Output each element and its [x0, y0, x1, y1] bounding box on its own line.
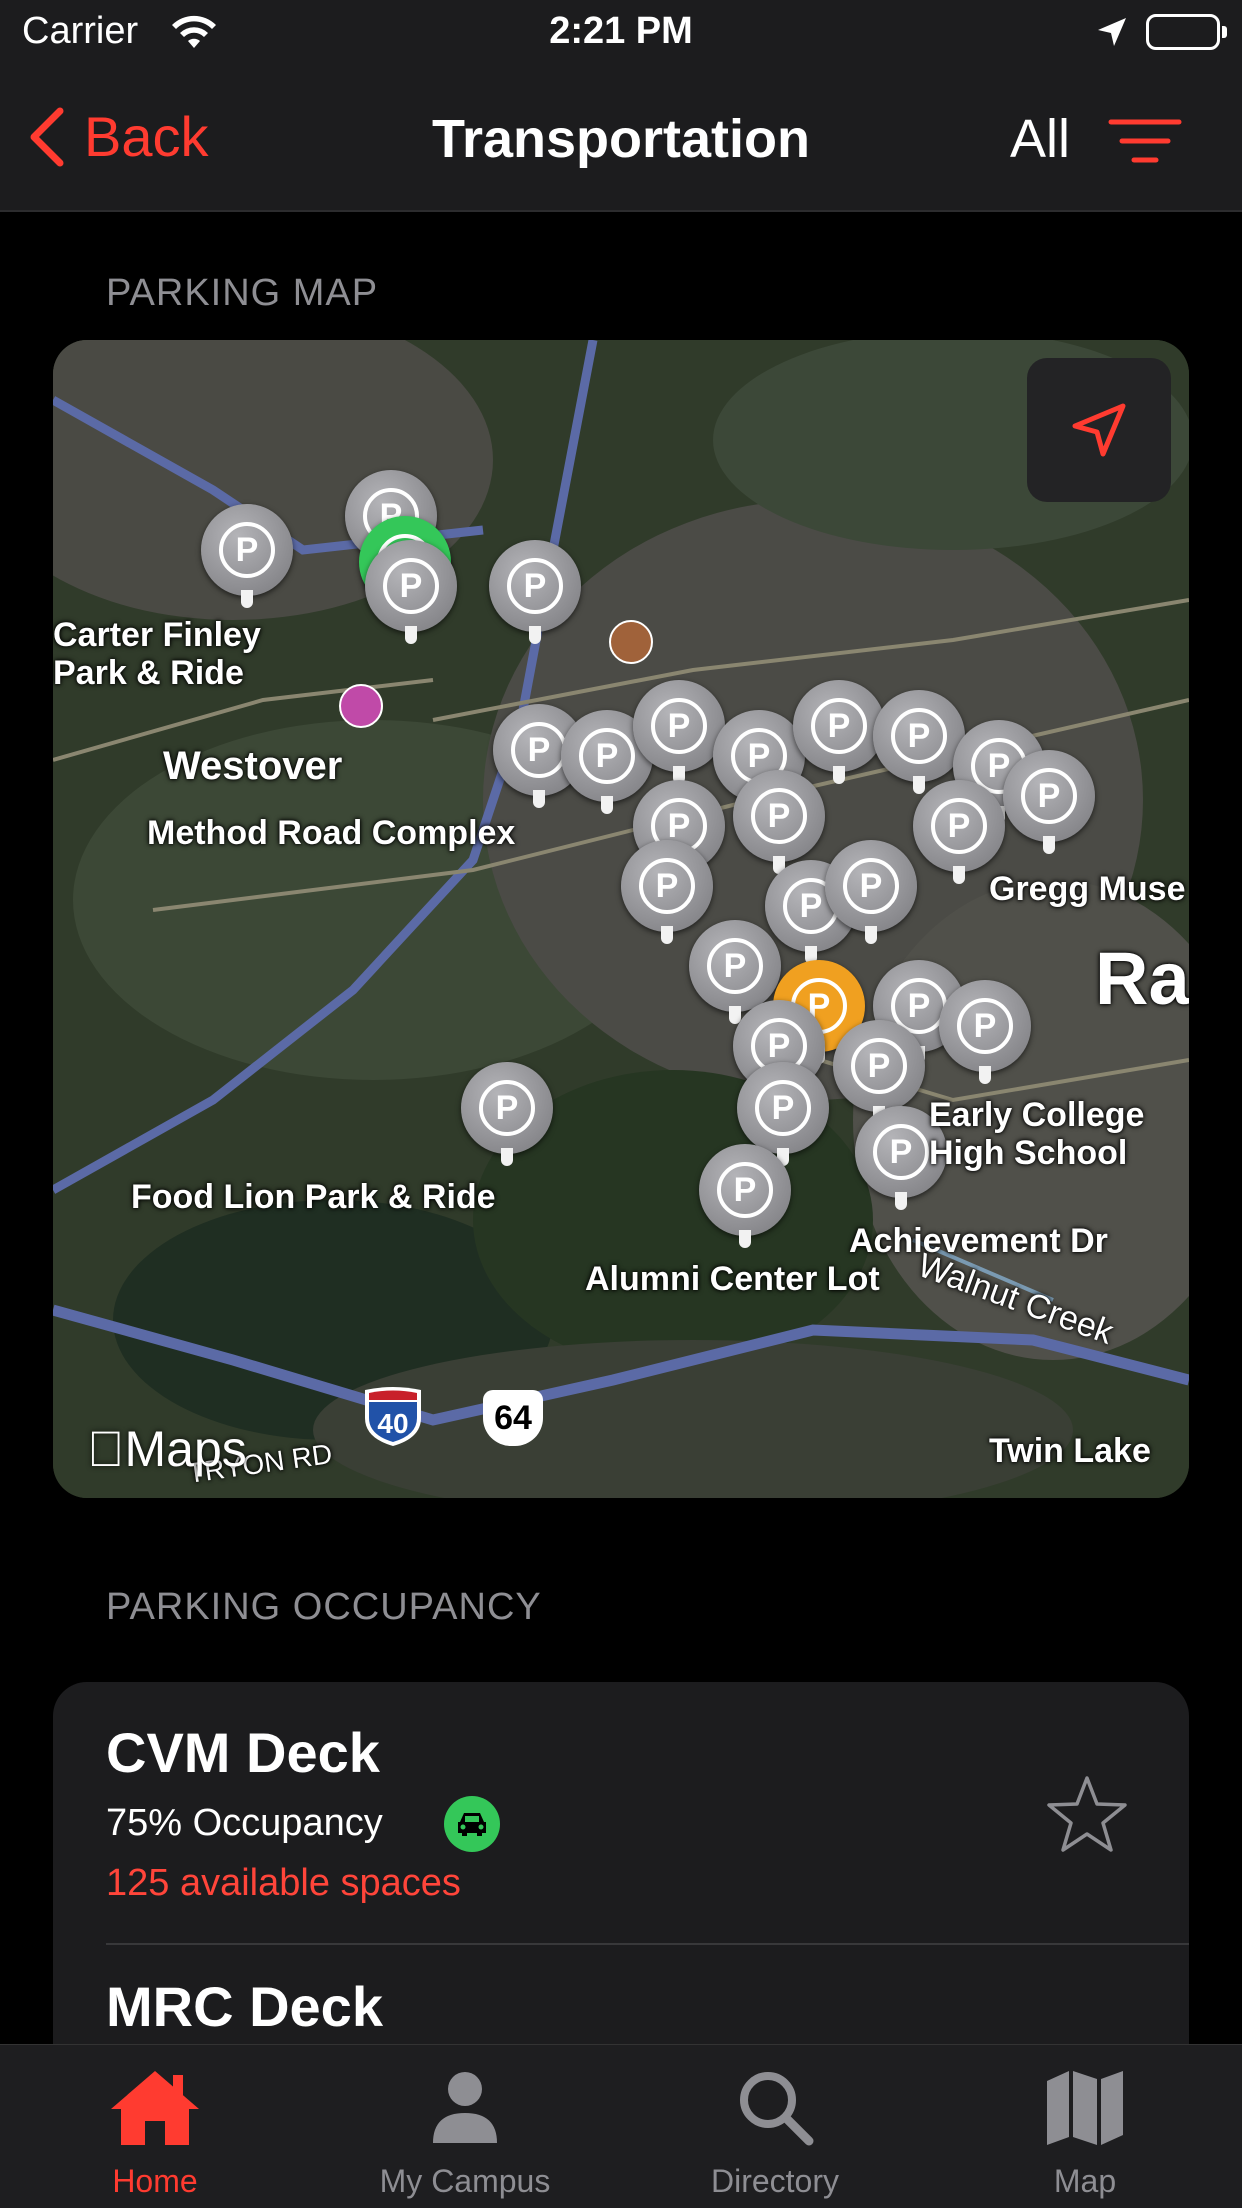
parking-pin-letter: P	[811, 698, 867, 754]
location-services-icon	[1096, 16, 1128, 53]
parking-pin-letter: P	[931, 798, 987, 854]
parking-pin-letter: P	[851, 1038, 907, 1094]
map-label-high-school: High School	[929, 1134, 1128, 1172]
parking-pin[interactable]: P	[201, 504, 293, 608]
map-label-carter-finley: Carter Finley	[53, 616, 261, 654]
interstate-40-shield: 40	[361, 1384, 425, 1453]
parking-pin-letter: P	[843, 858, 899, 914]
parking-pin[interactable]: P	[489, 540, 581, 644]
parking-pin[interactable]: P	[461, 1062, 553, 1166]
parking-pin[interactable]: P	[1003, 750, 1095, 854]
favorite-star-icon[interactable]	[1045, 1774, 1129, 1859]
graduation-cap-icon[interactable]	[609, 620, 653, 664]
navigation-bar: Back Transportation All	[0, 66, 1242, 212]
parking-pin[interactable]: P	[699, 1144, 791, 1248]
tab-directory[interactable]: Directory	[620, 2045, 930, 2208]
parking-pin-letter: P	[957, 998, 1013, 1054]
parking-map[interactable]: P P P P P P P P P P P P P P P P P P P P …	[53, 340, 1189, 1498]
location-arrow-icon	[1072, 403, 1126, 457]
map-icon	[1047, 2071, 1123, 2145]
parking-pin[interactable]: P	[733, 770, 825, 874]
parking-pin[interactable]: P	[833, 1020, 925, 1124]
interstate-40-number: 40	[377, 1408, 409, 1439]
home-icon	[111, 2071, 199, 2145]
us-64-shield: 64	[483, 1390, 543, 1446]
parking-pin[interactable]: P	[793, 680, 885, 784]
parking-pin-letter: P	[717, 1162, 773, 1218]
occupancy-percentage: 75% Occupancy	[106, 1802, 383, 1844]
deck-name: MRC Deck	[106, 1975, 383, 2038]
parking-pin-letter: P	[479, 1080, 535, 1136]
parking-pin-letter: P	[755, 1080, 811, 1136]
map-label-carter-finley-park-ride: Park & Ride	[53, 654, 244, 692]
parking-pin[interactable]: P	[939, 980, 1031, 1084]
available-spaces: 125 available spaces	[106, 1862, 461, 1904]
clock: 2:21 PM	[549, 10, 693, 52]
parking-pin-letter: P	[891, 708, 947, 764]
filter-selection-label[interactable]: All	[1010, 108, 1070, 170]
status-bar: Carrier 2:21 PM	[0, 0, 1242, 66]
parking-occupancy-list: CVM Deck 75% Occupancy 125 available spa…	[53, 1682, 1189, 2082]
parking-pin[interactable]: P	[825, 840, 917, 944]
parking-map-header: PARKING MAP	[106, 272, 379, 314]
parking-pin[interactable]: P	[621, 840, 713, 944]
occupancy-row-cvm-deck[interactable]: CVM Deck 75% Occupancy 125 available spa…	[53, 1682, 1189, 1944]
map-label-early-college: Early College	[929, 1096, 1145, 1134]
battery-icon	[1146, 14, 1227, 50]
parking-pin[interactable]: P	[633, 680, 725, 784]
map-label-achievement-dr: Achievement Dr	[849, 1222, 1108, 1260]
map-label-alumni-center-lot: Alumni Center Lot	[585, 1260, 880, 1298]
maps-logo-label: Maps	[87, 1421, 247, 1477]
parking-pin-letter: P	[383, 558, 439, 614]
map-label-twin-lake: Twin Lake	[989, 1432, 1151, 1470]
person-icon	[433, 2072, 497, 2143]
parking-pin-letter: P	[639, 858, 695, 914]
map-label-gregg-museum: Gregg Muse	[989, 870, 1186, 908]
apple-maps-logo: Maps	[87, 1420, 247, 1478]
ferris-wheel-icon[interactable]	[339, 684, 383, 728]
parking-pin[interactable]: P	[913, 780, 1005, 884]
filter-icon[interactable]	[1108, 118, 1182, 169]
parking-pin-letter: P	[511, 722, 567, 778]
parking-pin-letter: P	[707, 938, 763, 994]
tab-bar: Home My Campus Directory Map	[0, 2044, 1242, 2208]
map-label-raleigh: Ra	[1095, 937, 1189, 1020]
tab-my-campus[interactable]: My Campus	[310, 2045, 620, 2208]
parking-pin-letter: P	[873, 1124, 929, 1180]
parking-pin[interactable]: P	[365, 540, 457, 644]
map-label-food-lion: Food Lion Park & Ride	[131, 1178, 496, 1216]
parking-pin-letter: P	[507, 558, 563, 614]
apple-logo-icon: 	[87, 1421, 125, 1477]
tab-map[interactable]: Map	[930, 2045, 1240, 2208]
parking-pin-letter: P	[219, 522, 275, 578]
parking-pin[interactable]: P	[737, 1062, 829, 1166]
search-icon	[740, 2072, 814, 2146]
tab-home-label: Home	[112, 2163, 198, 2199]
map-label-method-road: Method Road Complex	[147, 814, 516, 852]
locate-me-button[interactable]	[1027, 358, 1171, 502]
parking-occupancy-header: PARKING OCCUPANCY	[106, 1586, 542, 1628]
parking-pin-letter: P	[579, 728, 635, 784]
tab-directory-label: Directory	[710, 2163, 839, 2199]
parking-pin[interactable]: P	[873, 690, 965, 794]
tab-my-campus-label: My Campus	[379, 2163, 551, 2199]
parking-pin-letter: P	[751, 788, 807, 844]
deck-name: CVM Deck	[106, 1721, 380, 1784]
map-label-westover: Westover	[163, 744, 343, 788]
parking-pin-letter: P	[1021, 768, 1077, 824]
tab-map-label: Map	[1053, 2163, 1117, 2199]
parking-pin[interactable]: P	[689, 920, 781, 1024]
tab-home[interactable]: Home	[0, 2045, 310, 2208]
parking-pin-letter: P	[651, 698, 707, 754]
car-icon	[444, 1796, 500, 1852]
